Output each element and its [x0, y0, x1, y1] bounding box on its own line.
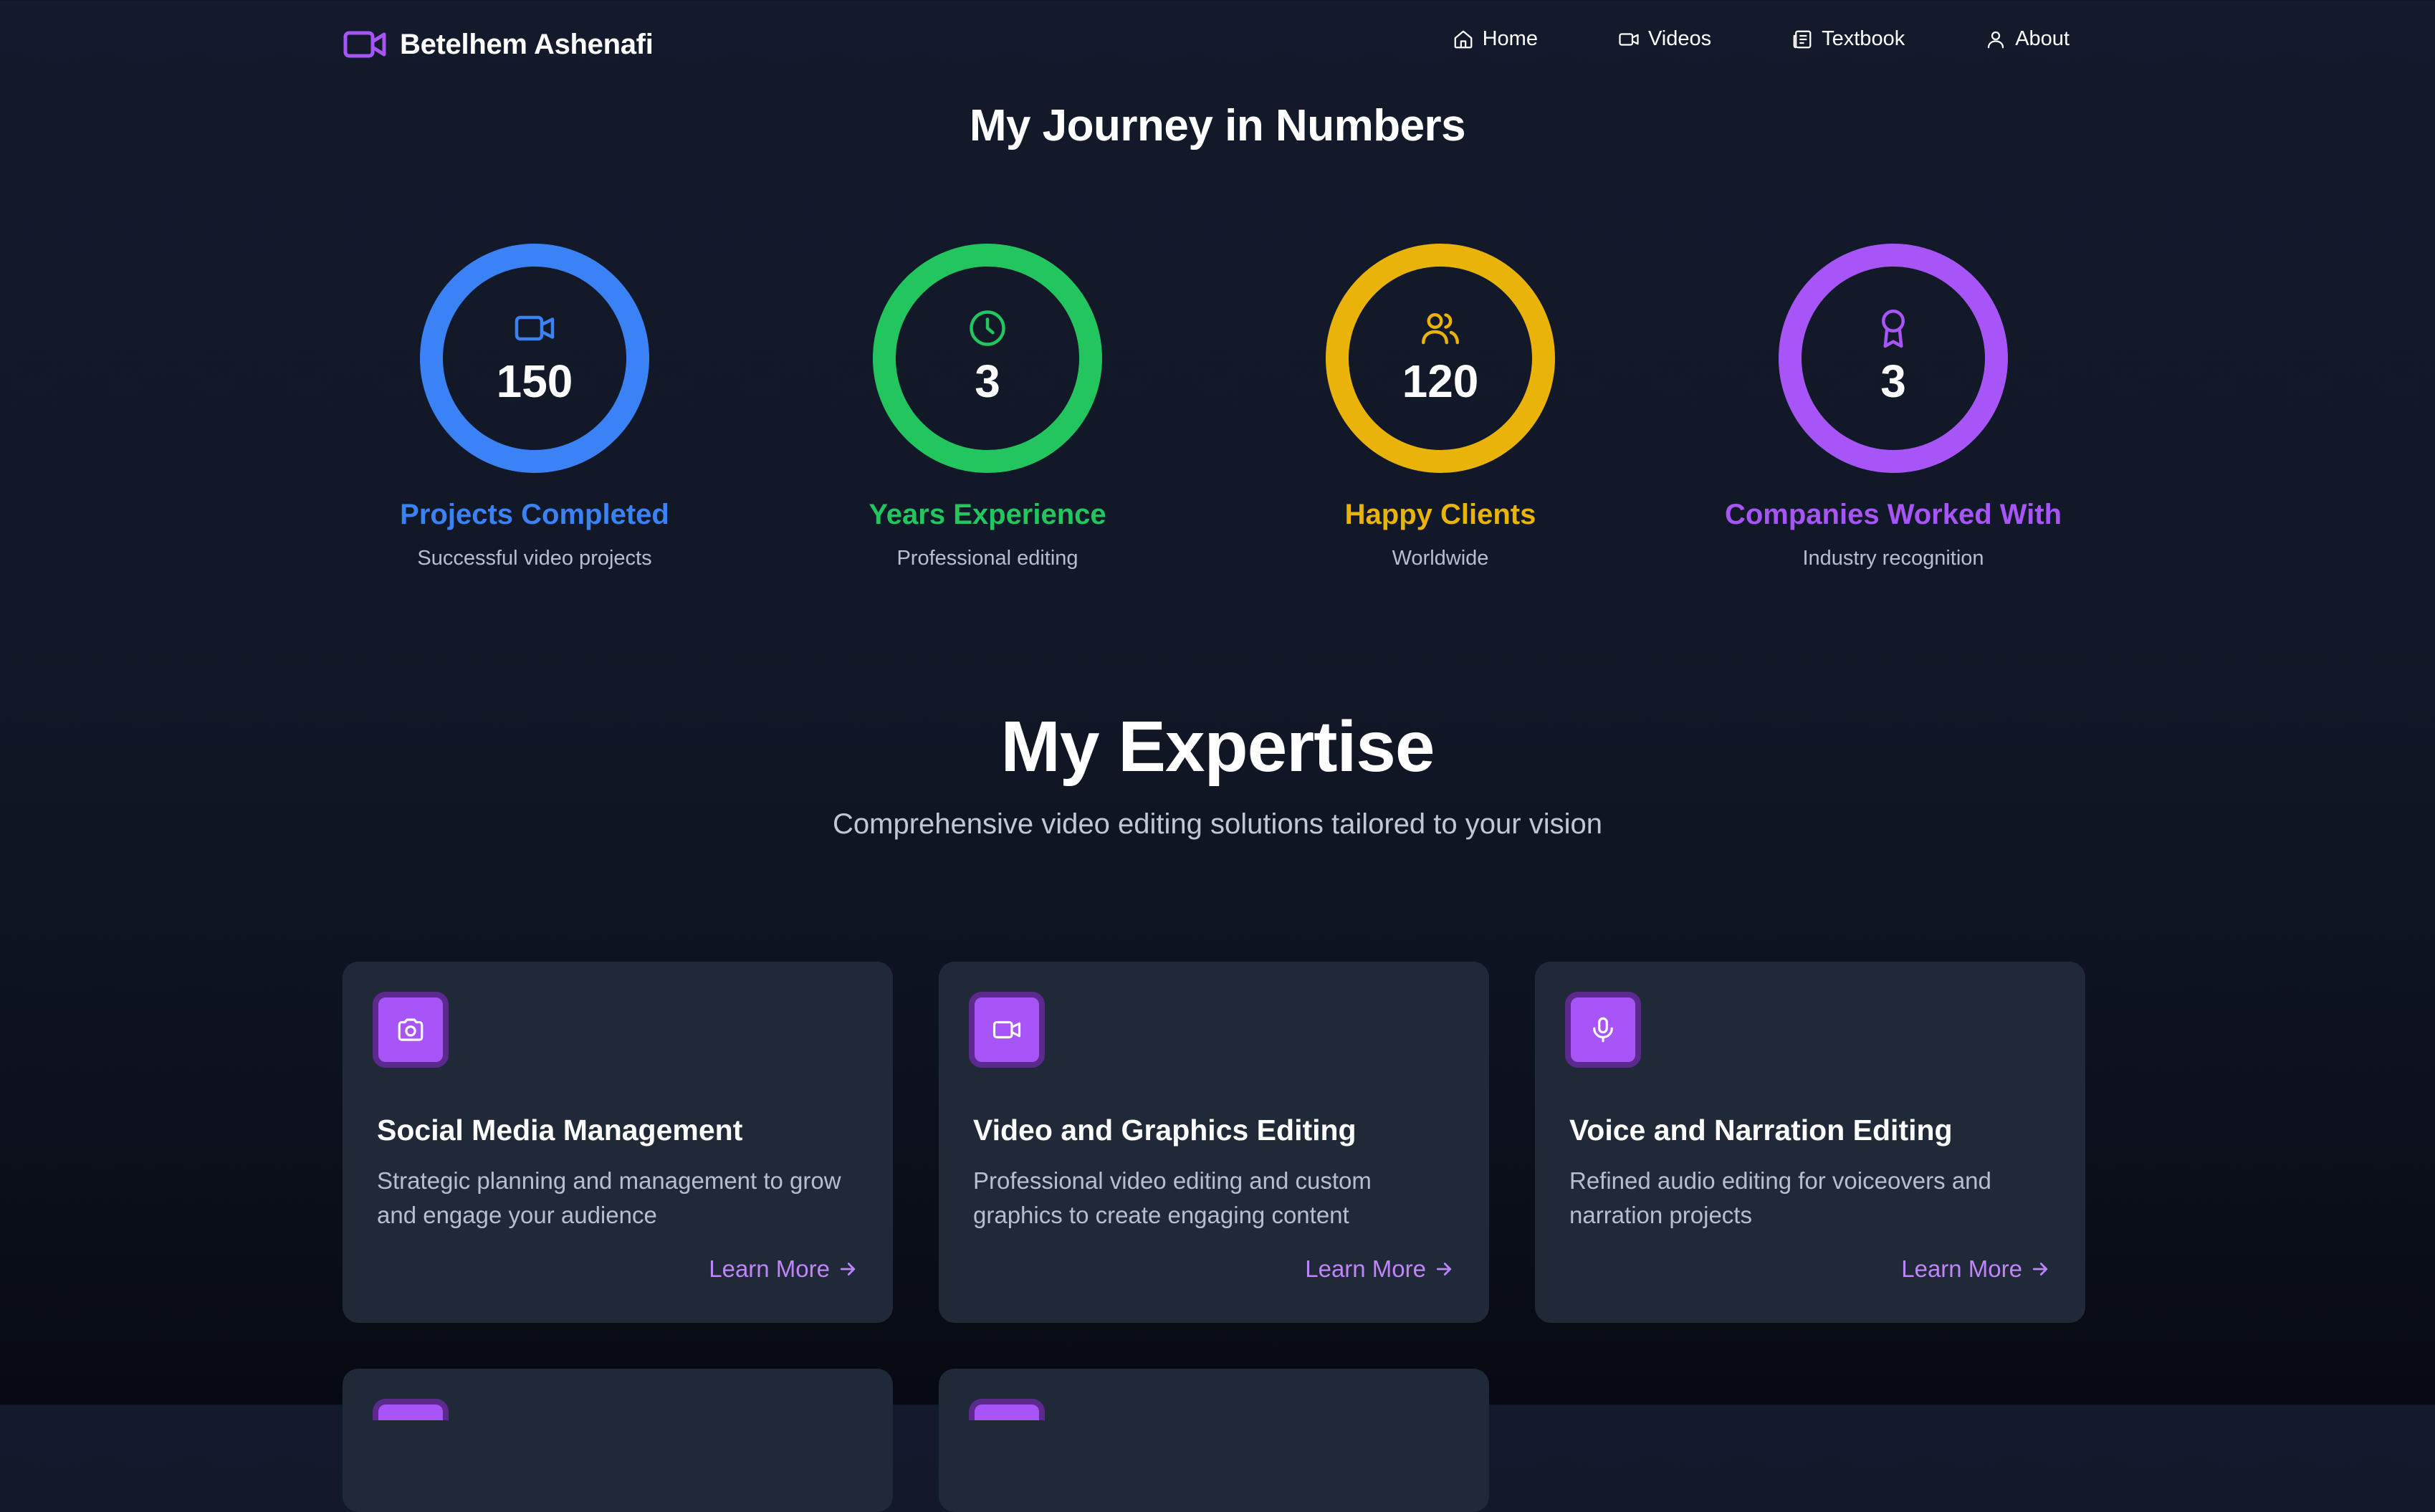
- learn-more-label: Learn More: [1901, 1255, 2022, 1282]
- camera-icon: [398, 1018, 424, 1041]
- brand-logo[interactable]: Betelhem Ashenafi: [343, 23, 654, 66]
- stat-label: Happy Clients: [1344, 499, 1536, 530]
- stat-years: 3 Years Experience Professional editing: [787, 244, 1188, 570]
- award-icon: [1882, 310, 1905, 348]
- stat-sub: Successful video projects: [417, 547, 652, 570]
- expertise-title: My Expertise: [1000, 707, 1435, 787]
- card-icon-wrap: [373, 1399, 449, 1420]
- video-icon: [992, 1020, 1021, 1039]
- card-title: Video and Graphics Editing: [973, 1114, 1357, 1147]
- clock-icon: [970, 310, 1005, 346]
- stat-ring: 120: [1326, 244, 1555, 473]
- card-icon-wrap: [969, 992, 1045, 1068]
- journey-title: My Journey in Numbers: [969, 101, 1466, 150]
- stat-label: Companies Worked With: [1724, 499, 2062, 530]
- service-card-partial: [939, 1369, 1489, 1512]
- newspaper-icon: [1793, 30, 1812, 48]
- stat-sub: Worldwide: [1392, 547, 1489, 570]
- stat-value: 150: [496, 355, 573, 407]
- nav-textbook-label: Textbook: [1822, 27, 1905, 50]
- home-icon: [1454, 30, 1472, 48]
- card-description: Refined audio editing for voiceovers and…: [1569, 1167, 1991, 1228]
- video-icon: [515, 315, 555, 341]
- service-card-video-editing: Video and Graphics Editing Professional …: [939, 962, 1489, 1323]
- stat-companies: 3 Companies Worked With Industry recogni…: [1693, 244, 2094, 570]
- stat-clients: 120 Happy Clients Worldwide: [1240, 244, 1641, 570]
- stat-label: Projects Completed: [400, 499, 669, 530]
- learn-more-label: Learn More: [709, 1255, 830, 1282]
- learn-more-link[interactable]: Learn More: [1305, 1255, 1455, 1283]
- card-title: Voice and Narration Editing: [1569, 1114, 1953, 1147]
- learn-more-link[interactable]: Learn More: [1901, 1255, 2051, 1283]
- arrow-right-icon: [1436, 1263, 1452, 1276]
- nav-about-label: About: [2015, 27, 2070, 50]
- mic-icon: [1593, 1017, 1613, 1043]
- stat-value: 120: [1402, 355, 1479, 407]
- video-icon: [1619, 32, 1639, 46]
- learn-more-label: Learn More: [1305, 1255, 1426, 1282]
- navbar: Betelhem Ashenafi Home Videos Textbook A…: [0, 0, 2435, 89]
- card-title: Social Media Management: [377, 1114, 743, 1147]
- card-description: Strategic planning and management to gro…: [377, 1167, 841, 1228]
- nav-videos-label: Videos: [1647, 27, 1712, 50]
- arrow-right-icon: [2032, 1263, 2048, 1276]
- service-card-partial: [343, 1369, 893, 1512]
- stat-sub: Professional editing: [896, 547, 1078, 570]
- stat-value: 3: [975, 355, 1000, 407]
- stat-label: Years Experience: [869, 499, 1106, 530]
- nav-videos[interactable]: Videos: [1618, 27, 1711, 51]
- stat-value: 3: [1880, 355, 1906, 407]
- card-icon-wrap: [373, 992, 449, 1068]
- stat-ring: 150: [420, 244, 649, 473]
- card-icon-wrap: [1565, 992, 1641, 1068]
- nav-home[interactable]: Home: [1453, 27, 1538, 51]
- users-icon: [1422, 313, 1459, 345]
- service-card-social-media: Social Media Management Strategic planni…: [343, 962, 893, 1323]
- nav-about[interactable]: About: [1985, 27, 2070, 51]
- stat-ring: 3: [1779, 244, 2008, 473]
- brand-name: Betelhem Ashenafi: [400, 28, 654, 60]
- learn-more-link[interactable]: Learn More: [709, 1255, 858, 1283]
- nav-links: Home Videos Textbook About: [1453, 27, 2070, 51]
- user-icon: [1988, 31, 2004, 48]
- nav-home-label: Home: [1482, 27, 1538, 50]
- nav-textbook[interactable]: Textbook: [1791, 27, 1905, 51]
- service-card-voice-editing: Voice and Narration Editing Refined audi…: [1535, 962, 2085, 1323]
- card-icon-wrap: [969, 1399, 1045, 1420]
- stat-sub: Industry recognition: [1802, 547, 1984, 570]
- card-description: Professional video editing and custom gr…: [973, 1167, 1372, 1228]
- stat-ring: 3: [873, 244, 1102, 473]
- expertise-subtitle: Comprehensive video editing solutions ta…: [833, 808, 1602, 840]
- stat-projects: 150 Projects Completed Successful video …: [334, 244, 735, 570]
- video-icon: [343, 31, 386, 58]
- stats-row: 150 Projects Completed Successful video …: [0, 244, 2435, 588]
- arrow-right-icon: [840, 1263, 856, 1276]
